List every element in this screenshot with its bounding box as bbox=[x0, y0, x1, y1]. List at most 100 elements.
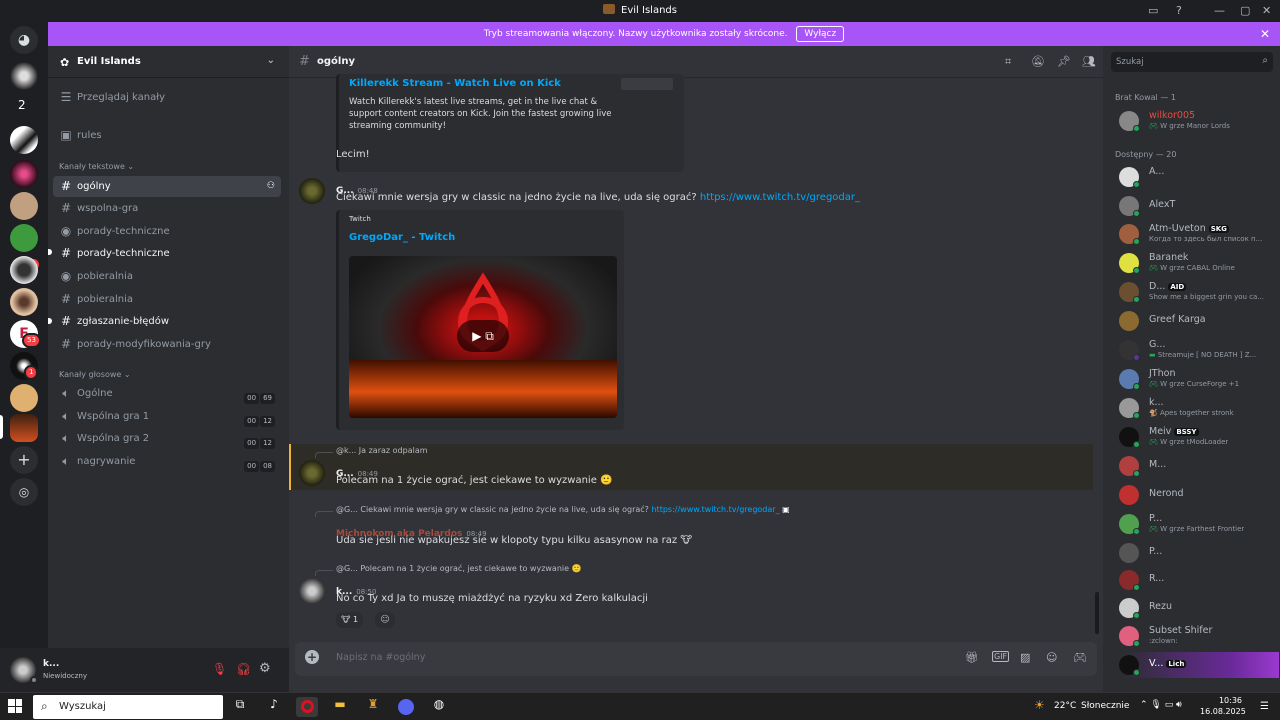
member-item[interactable]: M... bbox=[1119, 453, 1279, 479]
help-icon[interactable]: ? bbox=[1176, 4, 1182, 17]
member-item[interactable]: Greef Karga bbox=[1119, 308, 1279, 334]
avatar[interactable] bbox=[299, 460, 325, 486]
scrollbar[interactable] bbox=[1095, 592, 1099, 634]
play-icon[interactable]: ▶ ⧉ bbox=[457, 320, 509, 352]
member-item[interactable]: AlexT bbox=[1119, 193, 1279, 219]
taskbar-search[interactable]: ⌕ Wyszukaj bbox=[33, 695, 223, 719]
attach-plus-icon[interactable]: + bbox=[305, 650, 319, 664]
mic-muted-icon[interactable]: 🎙︎ bbox=[212, 662, 227, 676]
close-window-button[interactable]: ✕ bbox=[1262, 4, 1271, 17]
member-item[interactable]: Rezu bbox=[1119, 595, 1279, 621]
sticker-icon[interactable]: ▨ bbox=[1020, 651, 1030, 664]
channel-zglaszanie-bledow[interactable]: # zgłaszanie-błędów bbox=[53, 311, 281, 332]
member-item[interactable]: Baranek 🎮︎ W grze CABAL Online bbox=[1119, 250, 1279, 276]
message-input-box[interactable]: + Napisz na #ogólny 🎁︎ GIF ▨ ☺ 🎮︎ bbox=[295, 642, 1097, 676]
embed-video-thumbnail[interactable]: ▶ ⧉ bbox=[349, 256, 617, 418]
server-icon[interactable] bbox=[10, 288, 38, 316]
explore-icon[interactable]: ◎ bbox=[10, 478, 38, 506]
game-app-icon[interactable]: ♜ bbox=[362, 697, 384, 717]
headphones-muted-icon[interactable]: 🎧︎ bbox=[236, 662, 251, 676]
gif-icon[interactable]: GIF bbox=[992, 651, 1010, 662]
clock-date[interactable]: 16.08.2025 bbox=[1200, 707, 1246, 716]
settings-gear-icon[interactable]: ⚙ bbox=[259, 661, 271, 676]
channel-pobieralnia[interactable]: # pobieralnia bbox=[53, 289, 281, 310]
member-item[interactable]: A... bbox=[1119, 164, 1279, 190]
server-icon[interactable] bbox=[10, 224, 38, 252]
member-item[interactable]: Nerond bbox=[1119, 482, 1279, 508]
server-icon[interactable] bbox=[10, 192, 38, 220]
server-icon[interactable] bbox=[10, 256, 38, 284]
member-item[interactable]: JThon 🎮︎ W grze CurseForge +1 bbox=[1119, 366, 1279, 392]
embed-title[interactable]: Killerekk Stream - Watch Live on Kick bbox=[349, 78, 561, 89]
embed-title[interactable]: GregoDar_ - Twitch bbox=[349, 232, 455, 243]
member-item[interactable]: wilkor005 🎮︎ W grze Manor Lords bbox=[1119, 108, 1279, 134]
dm-count[interactable]: 2 bbox=[18, 98, 26, 112]
notifications-icon[interactable]: ☰ bbox=[1260, 701, 1269, 712]
discord-home-icon[interactable]: ◕ bbox=[10, 26, 38, 54]
browse-channels[interactable]: ☰ Przeglądaj kanały bbox=[53, 87, 281, 108]
server-icon[interactable] bbox=[10, 126, 38, 154]
voice-channels-category[interactable]: Kanały głosowe ⌄ bbox=[59, 370, 131, 379]
voice-channel-wspolna-gra-1[interactable]: 🔈︎ Wspólna gra 1 00 12 bbox=[53, 406, 281, 427]
member-item[interactable]: V... Lich bbox=[1119, 652, 1279, 678]
reply-preview[interactable]: @k... Ja zaraz odpalam bbox=[336, 446, 428, 455]
member-item[interactable]: Atm-Uveton SKG Когда то здесь был список п… bbox=[1119, 221, 1279, 247]
inbox-icon[interactable]: ▭ bbox=[1148, 4, 1158, 17]
server-icon-evil-islands[interactable] bbox=[10, 414, 38, 442]
search-input[interactable]: Szukaj bbox=[1116, 57, 1144, 67]
guild-header[interactable]: ✿ Evil Islands ⌄ bbox=[48, 46, 289, 78]
emoji-picker-icon[interactable]: ☺ bbox=[1046, 651, 1057, 664]
search-box[interactable]: Szukaj ⌕ bbox=[1111, 52, 1273, 72]
reply-preview[interactable]: @G... Ciekawi mnie wersja gry w classic … bbox=[336, 505, 790, 514]
minimize-button[interactable]: — bbox=[1214, 4, 1225, 17]
folder-icon[interactable]: ▬ bbox=[329, 697, 351, 717]
member-item[interactable]: P... bbox=[1119, 540, 1279, 566]
reaction[interactable]: 🐮 1 bbox=[336, 612, 364, 628]
tray-icons[interactable]: ⌃ 🎙︎ ▭ 🔊︎ bbox=[1140, 700, 1182, 710]
gamepad-icon[interactable]: 🎮︎ bbox=[1073, 651, 1087, 664]
member-item[interactable]: D... AID Show me a biggest grin you ca... bbox=[1119, 279, 1279, 305]
message-link[interactable]: https://www.twitch.tv/gregodar_ bbox=[700, 192, 860, 203]
channel-porady-techniczne[interactable]: ◉ porady-techniczne bbox=[53, 221, 281, 242]
member-item[interactable]: Subset Shifer:zclown: bbox=[1119, 623, 1279, 649]
opera-icon[interactable] bbox=[296, 697, 318, 717]
text-channels-category[interactable]: Kanały tekstowe ⌄ bbox=[59, 162, 134, 171]
reply-preview[interactable]: @G... Polecam na 1 życie ograć, jest cie… bbox=[336, 564, 582, 573]
avatar[interactable] bbox=[299, 178, 325, 204]
member-item[interactable]: R... bbox=[1119, 567, 1279, 593]
threads-icon[interactable]: ⌗ bbox=[1005, 55, 1011, 69]
add-reaction-icon[interactable]: ☺ bbox=[375, 612, 395, 628]
channel-porady-techniczne[interactable]: # porady-techniczne bbox=[53, 243, 281, 264]
pinned-messages-icon[interactable]: 📌︎ bbox=[1057, 55, 1071, 68]
member-item[interactable]: G... ▬ Streamuje [ NO DEATH ] Z... bbox=[1119, 337, 1279, 363]
weather-text[interactable]: Słonecznie bbox=[1081, 701, 1129, 711]
channel-wspolna-gra[interactable]: # wspolna-gra bbox=[53, 198, 281, 219]
windows-start-icon[interactable] bbox=[8, 699, 22, 713]
gift-icon[interactable]: 🎁︎ bbox=[965, 651, 979, 664]
task-view-icon[interactable]: ⧉ bbox=[229, 697, 251, 717]
server-icon[interactable] bbox=[10, 62, 38, 90]
close-icon[interactable]: ✕ bbox=[1260, 22, 1270, 46]
avatar[interactable] bbox=[299, 578, 325, 604]
member-list-icon[interactable]: 👥︎ bbox=[1082, 55, 1096, 68]
channel-rules[interactable]: ▣ rules bbox=[53, 125, 281, 146]
app-icon[interactable]: ◍ bbox=[428, 697, 450, 717]
add-member-icon[interactable]: ⚇ bbox=[267, 176, 275, 197]
channel-ogolny[interactable]: # ogólny ⚇ bbox=[53, 176, 281, 197]
weather-temp[interactable]: 22°C bbox=[1054, 701, 1076, 711]
member-item[interactable]: Meiv BSSY 🎮︎ W grze tModLoader bbox=[1119, 424, 1279, 450]
server-icon[interactable] bbox=[10, 160, 38, 188]
channel-porady-modyfikowania-gry[interactable]: # porady-modyfikowania-gry bbox=[53, 334, 281, 355]
maximize-button[interactable]: ▢ bbox=[1240, 4, 1250, 17]
member-item[interactable]: k... 🐒 Apes together stronk bbox=[1119, 395, 1279, 421]
add-server-icon[interactable]: + bbox=[10, 446, 38, 474]
channel-pobieralnia[interactable]: ◉ pobieralnia bbox=[53, 266, 281, 287]
disable-streamer-mode-button[interactable]: Wyłącz bbox=[796, 26, 845, 42]
server-icon[interactable] bbox=[10, 384, 38, 412]
notifications-muted-icon[interactable]: 🔕︎ bbox=[1031, 55, 1045, 68]
clock-time[interactable]: 10:36 bbox=[1208, 696, 1242, 705]
voice-channel-wspolna-gra-2[interactable]: 🔈︎ Wspólna gra 2 00 12 bbox=[53, 428, 281, 449]
taskbar-search-input[interactable]: Wyszukaj bbox=[59, 701, 106, 712]
tiktok-icon[interactable]: ♪ bbox=[263, 697, 285, 717]
voice-channel-nagrywanie[interactable]: 🔈︎ nagrywanie 00 08 bbox=[53, 451, 281, 472]
